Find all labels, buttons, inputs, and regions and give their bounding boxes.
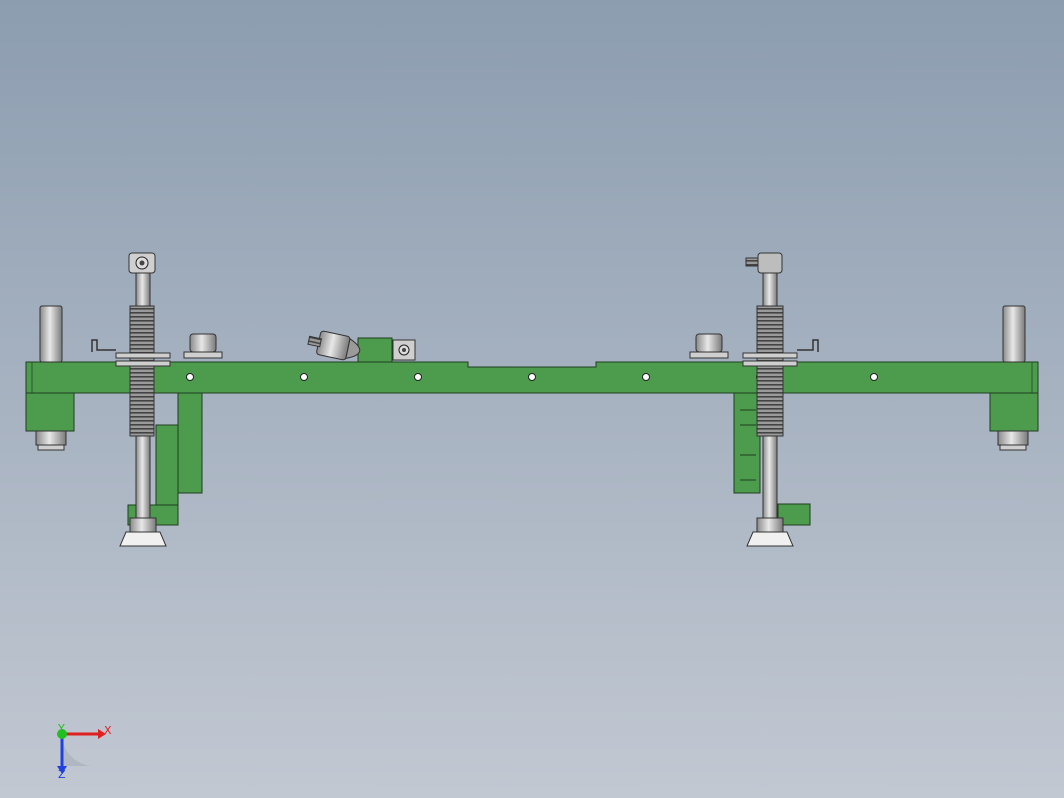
cad-viewport[interactable]: X Y Z [0, 0, 1064, 798]
locator-pin-right[interactable] [689, 333, 729, 359]
hook-left [91, 339, 116, 352]
fixture-assembly[interactable] [25, 252, 1039, 547]
sensor-assembly[interactable] [306, 329, 416, 363]
z-axis-label: Z [58, 768, 66, 781]
y-axis-label: Y [57, 722, 65, 735]
x-axis-label: X [104, 724, 112, 737]
locator-pin-left[interactable] [183, 333, 223, 359]
axis-triad[interactable]: X Y Z [57, 722, 112, 781]
hook-right [797, 339, 819, 352]
